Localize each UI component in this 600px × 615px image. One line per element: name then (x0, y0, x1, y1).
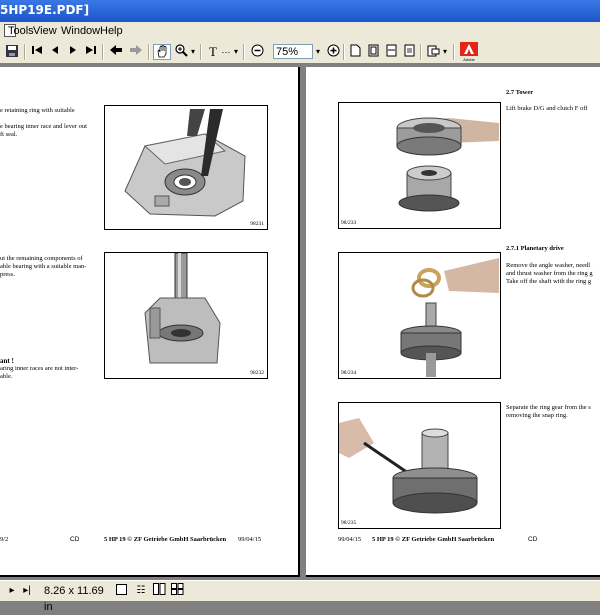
status-bar: ▸ ▸| 8.26 x 11.69 in ☷ (0, 580, 600, 613)
footer-copyright: 5 HP 19 © ZF Getriebe GmbH Saarbrücken (104, 536, 227, 543)
note-heading: ant ! (0, 357, 14, 365)
hand-tool-icon[interactable] (153, 44, 171, 60)
pdf-page-right: 98/233 2.7 Tower Lift brake D/G and clut… (306, 67, 600, 577)
fit-width-icon[interactable] (384, 44, 398, 60)
page-size-label: 8.26 x 11.69 in (44, 585, 104, 613)
toolbar-separator (148, 44, 150, 60)
figure-planetary-drive: 98/234 (338, 252, 501, 379)
figure-number: 98/233 (341, 220, 357, 226)
section-heading-planetary: 2.7.1 Planetary drive (506, 245, 564, 252)
text-select-icon[interactable]: T (205, 44, 221, 60)
toolbar: ▾ T ⋯ ▾ 75% ▾ ▾ Adobe (0, 41, 600, 64)
text-line: able bearing with a suitable man- (0, 263, 87, 270)
zoom-level-dropdown[interactable]: ▾ (313, 44, 323, 60)
zoom-dropdown-icon[interactable]: ▾ (189, 44, 197, 60)
figure-number: 98232 (250, 370, 264, 376)
footer-cd: CD (528, 536, 538, 543)
back-arrow-icon[interactable] (108, 44, 124, 60)
text-line: Remove the angle washer, needl (506, 262, 591, 269)
adobe-logo-icon[interactable]: Adobe (459, 42, 479, 62)
right-paragraph-3: Separate the ring gear from the s removi… (506, 404, 591, 420)
fit-visible-icon[interactable] (402, 44, 416, 60)
last-page-icon[interactable] (84, 44, 98, 60)
forward-arrow-icon[interactable] (128, 44, 144, 60)
rotate-dropdown-icon[interactable]: ▾ (441, 44, 449, 60)
toolbar-separator (24, 44, 26, 60)
text-line: able. (0, 373, 13, 380)
toolbar-separator (243, 44, 245, 60)
toolbar-separator (343, 44, 345, 60)
zoom-out-icon[interactable] (250, 44, 264, 60)
fit-page-icon[interactable] (366, 44, 380, 60)
text-line: press. (0, 271, 15, 278)
zoom-in-icon[interactable] (326, 44, 340, 60)
note-text: aring inner races are not inter- able. (0, 365, 78, 381)
save-icon[interactable] (4, 44, 20, 60)
continuous-icon[interactable]: ☷ (134, 583, 148, 599)
text-line: removing the snap ring. (506, 412, 568, 419)
figure-image (339, 418, 478, 514)
toolbar-separator (200, 44, 202, 60)
actual-size-icon[interactable] (348, 44, 362, 60)
figure-bearing-press: 98232 (104, 252, 268, 379)
text-line: ft seal. (0, 131, 18, 138)
footer-date: 99/04/15 (238, 536, 262, 543)
figure-tower: 98/233 (338, 102, 501, 229)
text-line: Separate the ring gear from the s (506, 404, 591, 411)
continuous-facing-icon[interactable] (170, 583, 184, 599)
figure-image (124, 109, 246, 217)
figure-number: 98/234 (341, 370, 357, 376)
text-line: ut the remaining components of (0, 255, 83, 262)
footer-cd: CD (70, 536, 80, 543)
figure-number: 98231 (250, 221, 264, 227)
menu-view[interactable]: View (33, 25, 57, 37)
text-line: Lift brake D/G and clutch F off (506, 105, 588, 112)
pdf-page-left: e retaining ring with suitable e bearing… (0, 67, 300, 577)
zoom-tool-icon[interactable] (174, 44, 188, 60)
toolbar-separator (453, 44, 455, 60)
footer-copyright: 5 HP 19 © ZF Getriebe GmbH Saarbrücken (372, 536, 495, 543)
left-paragraph-1: e retaining ring with suitable (0, 107, 75, 115)
marquee-icon[interactable]: ⋯ (221, 44, 231, 60)
footer-page-number: 9/2 (0, 536, 9, 543)
figure-number: 98/235 (341, 520, 357, 526)
last-page-status-icon[interactable]: ▸| (20, 583, 34, 599)
previous-page-icon[interactable] (48, 44, 62, 60)
rotate-view-icon[interactable] (426, 44, 440, 60)
toolbar-separator (420, 44, 422, 60)
right-paragraph-1: Lift brake D/G and clutch F off (506, 105, 587, 113)
svg-text:Adobe: Adobe (463, 57, 475, 62)
figure-seal-removal: 98231 (104, 105, 268, 230)
text-line: e retaining ring with suitable (0, 107, 75, 114)
text-line: e bearing inner race and lever out (0, 123, 87, 130)
zoom-level-input[interactable]: 75% (273, 44, 313, 59)
text-line: aring inner races are not inter- (0, 365, 79, 372)
left-paragraph-3: ut the remaining components of able bear… (0, 255, 86, 279)
footer-date: 99/04/15 (338, 536, 362, 543)
facing-pages-icon[interactable] (152, 583, 166, 599)
window-title: 5HP19E.PDF] (0, 3, 90, 17)
toolbar-separator (102, 44, 104, 60)
menu-help[interactable]: Help (100, 25, 123, 37)
left-paragraph-2: e bearing inner race and lever out ft se… (0, 123, 87, 139)
next-page-icon[interactable] (66, 44, 80, 60)
figure-image (400, 258, 499, 377)
menu-tools[interactable]: Tools (8, 25, 34, 37)
figure-ring-gear: 98/235 (338, 402, 501, 529)
title-bar: 5HP19E.PDF] (0, 0, 600, 22)
select-dropdown-icon[interactable]: ▾ (232, 44, 240, 60)
right-paragraph-2: Remove the angle washer, needl and thrus… (506, 262, 593, 286)
figure-image (396, 117, 499, 212)
text-line: and thrust washer from the ring g (506, 270, 593, 277)
next-page-status-icon[interactable]: ▸ (6, 583, 18, 599)
first-page-icon[interactable] (30, 44, 44, 60)
figure-image (144, 253, 221, 364)
single-page-icon[interactable] (116, 584, 127, 595)
text-line: Take off the shaft with the ring g (506, 278, 592, 285)
section-heading-tower: 2.7 Tower (506, 89, 534, 96)
menu-bar: Tools View Window Help (0, 22, 600, 41)
menu-window[interactable]: Window (61, 25, 100, 37)
